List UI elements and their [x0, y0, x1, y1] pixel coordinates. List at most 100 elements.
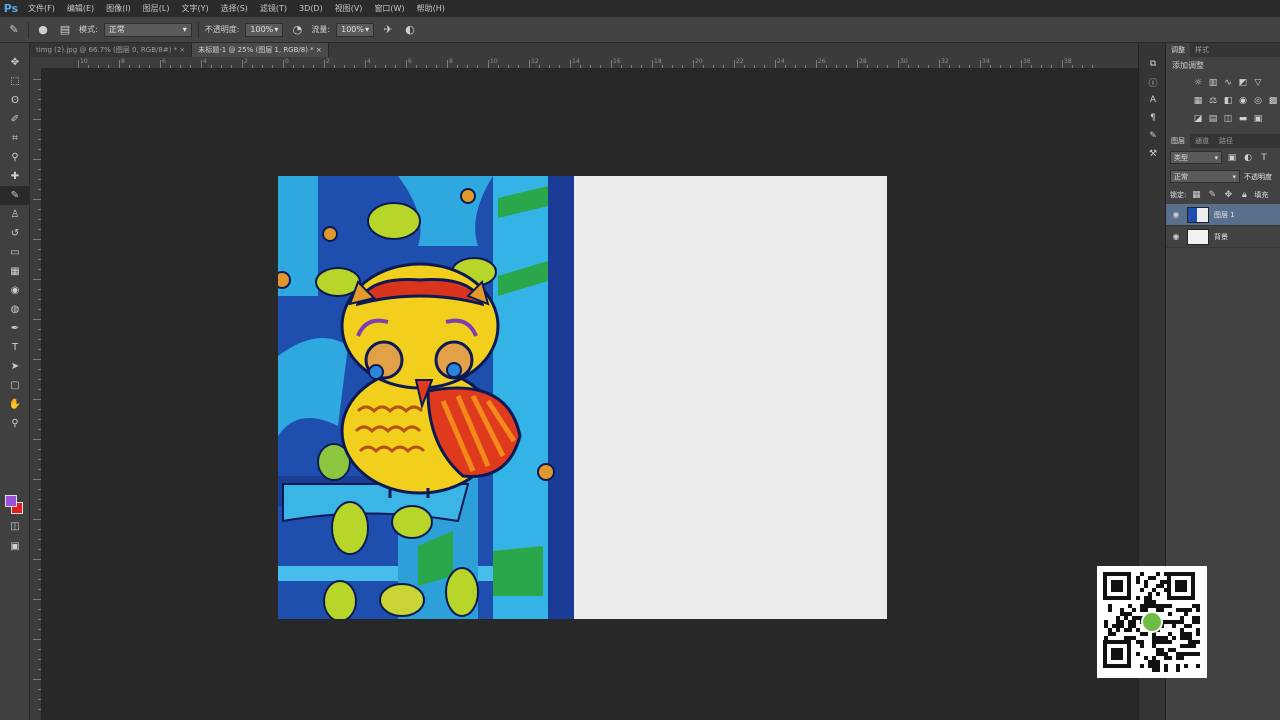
brush-preset-icon[interactable]: ✎	[6, 22, 22, 38]
pen-icon[interactable]: ✒	[0, 319, 30, 338]
gradient-icon[interactable]: ▦	[0, 262, 30, 281]
layer-row-layer-1[interactable]: ◉ 图层 1	[1166, 204, 1280, 226]
menu-type[interactable]: 文字(Y)	[175, 0, 214, 17]
menu-view[interactable]: 视图(V)	[329, 0, 369, 17]
levels-icon[interactable]: ▥	[1207, 77, 1219, 89]
quick-select-icon[interactable]: ✐	[0, 110, 30, 129]
vibrance-icon[interactable]: ▽	[1252, 77, 1264, 89]
menu-select[interactable]: 选择(S)	[215, 0, 254, 17]
filter-pixel-icon[interactable]: ▣	[1226, 152, 1238, 164]
clone-stamp-icon[interactable]: ♙	[0, 205, 30, 224]
type-icon[interactable]: T	[0, 338, 30, 357]
hand-icon[interactable]: ✋	[0, 395, 30, 414]
brush-panel-icon[interactable]: ▤	[57, 22, 73, 38]
menu-filter[interactable]: 滤镜(T)	[254, 0, 293, 17]
eraser-icon[interactable]: ▭	[0, 243, 30, 262]
posterize-icon[interactable]: ▤	[1207, 113, 1219, 125]
menu-edit[interactable]: 编辑(E)	[61, 0, 100, 17]
lasso-icon[interactable]: ʘ	[0, 91, 30, 110]
character-icon[interactable]: A	[1139, 91, 1167, 109]
filter-adjust-icon[interactable]: ◐	[1242, 152, 1254, 164]
ruler-tick	[262, 65, 263, 68]
shape-icon[interactable]: ▢	[0, 376, 30, 395]
flow-field[interactable]: 100% ▾	[336, 22, 375, 37]
menu-3d[interactable]: 3D(D)	[293, 0, 329, 17]
brightness-icon[interactable]: ☼	[1192, 77, 1204, 89]
qr-module	[1156, 572, 1160, 576]
tab-adjustments[interactable]: 调整	[1166, 43, 1190, 57]
curves-icon[interactable]: ∿	[1222, 77, 1234, 89]
photo-filter-icon[interactable]: ◉	[1237, 95, 1249, 107]
ruler-tick	[38, 509, 41, 510]
menu-file[interactable]: 文件(F)	[22, 0, 61, 17]
hue-saturation-icon[interactable]: ▦	[1192, 95, 1204, 107]
layer-row-background[interactable]: ◉ 背景	[1166, 226, 1280, 248]
qr-module	[1168, 604, 1172, 608]
threshold-icon[interactable]: ◫	[1222, 113, 1234, 125]
mode-select[interactable]: 正常 ▾	[103, 22, 192, 37]
pressure-size-icon[interactable]: ◐	[402, 22, 418, 38]
gradient-map-icon[interactable]: ▬	[1237, 113, 1249, 125]
menu-image[interactable]: 图像(I)	[100, 0, 137, 17]
opacity-field[interactable]: 100% ▾	[245, 22, 284, 37]
selective-color-icon[interactable]: ▣	[1252, 113, 1264, 125]
qr-module	[1144, 596, 1148, 600]
channel-mixer-icon[interactable]: ◎	[1252, 95, 1264, 107]
lock-position-icon[interactable]: ✥	[1222, 189, 1234, 201]
color-lookup-icon[interactable]: ▩	[1267, 95, 1279, 107]
eye-icon[interactable]: ◉	[1170, 210, 1182, 219]
menu-layer[interactable]: 图层(L)	[137, 0, 176, 17]
black-white-icon[interactable]: ◧	[1222, 95, 1234, 107]
pressure-opacity-icon[interactable]: ◔	[289, 22, 305, 38]
lock-pixels-icon[interactable]: ▦	[1190, 189, 1202, 201]
filter-type-icon[interactable]: T	[1258, 152, 1270, 164]
lock-paint-icon[interactable]: ✎	[1206, 189, 1218, 201]
tab-layers[interactable]: 图层	[1166, 134, 1190, 148]
brush-size-icon[interactable]: ●	[35, 22, 51, 38]
qr-module	[1164, 620, 1168, 624]
history-icon[interactable]: ⧉	[1139, 55, 1167, 73]
foreground-color-swatch[interactable]	[5, 495, 17, 507]
ruler-tick	[38, 299, 41, 300]
tool-presets-icon[interactable]: ⚒	[1139, 145, 1167, 163]
screen-mode-icon[interactable]: ▣	[0, 537, 30, 556]
history-brush-icon[interactable]: ↺	[0, 224, 30, 243]
crop-icon[interactable]: ⌗	[0, 129, 30, 148]
marquee-icon[interactable]: ⬚	[0, 72, 30, 91]
color-balance-icon[interactable]: ⚖	[1207, 95, 1219, 107]
lock-all-icon[interactable]: 🔒︎	[1238, 189, 1250, 201]
canvas[interactable]	[278, 176, 887, 619]
layer-kind-select[interactable]: 类型 ▾	[1170, 151, 1222, 164]
tab-timg[interactable]: timg (2).jpg @ 66.7% (图层 0, RGB/8#) * ×	[30, 43, 193, 57]
document-workspace[interactable]	[42, 69, 1138, 720]
brush-icon[interactable]: ✎	[0, 186, 30, 205]
eye-icon[interactable]: ◉	[1170, 232, 1182, 241]
eyedropper-icon[interactable]: ⚲	[0, 148, 30, 167]
brush-presets-icon[interactable]: ✎	[1139, 127, 1167, 145]
zoom-icon[interactable]: ⚲	[0, 414, 30, 433]
info-icon[interactable]: ⓘ	[1139, 73, 1167, 91]
vertical-ruler[interactable]	[30, 69, 42, 720]
path-select-icon[interactable]: ➤	[0, 357, 30, 376]
ruler-label: 10	[490, 58, 498, 65]
invert-icon[interactable]: ◪	[1192, 113, 1204, 125]
blend-mode-select[interactable]: 正常 ▾	[1170, 170, 1240, 183]
move-icon[interactable]: ✥	[0, 53, 30, 72]
exposure-icon[interactable]: ◩	[1237, 77, 1249, 89]
ruler-label: 32	[941, 58, 949, 65]
menu-window[interactable]: 窗口(W)	[368, 0, 410, 17]
horizontal-ruler[interactable]: 10 8 6 4 2 0 2 4 6 8 10 12 14 16 18 20 22 24 26 28 30 32 34 36 3…	[42, 57, 1138, 69]
quick-mask-icon[interactable]: ◫	[0, 517, 30, 536]
tab-styles[interactable]: 样式	[1190, 43, 1214, 57]
blur-icon[interactable]: ◉	[0, 281, 30, 300]
ruler-tick	[590, 65, 591, 68]
paragraph-icon[interactable]: ¶	[1139, 109, 1167, 127]
healing-icon[interactable]: ✚	[0, 167, 30, 186]
tab-paths[interactable]: 路径	[1214, 134, 1238, 148]
qr-module	[1180, 632, 1184, 636]
tab-channels[interactable]: 通道	[1190, 134, 1214, 148]
airbrush-icon[interactable]: ✈	[380, 22, 396, 38]
menu-help[interactable]: 帮助(H)	[411, 0, 451, 17]
tab-untitled-1[interactable]: 未标题-1 @ 25% (图层 1, RGB/8) * ×	[192, 43, 329, 57]
dodge-icon[interactable]: ◍	[0, 300, 30, 319]
